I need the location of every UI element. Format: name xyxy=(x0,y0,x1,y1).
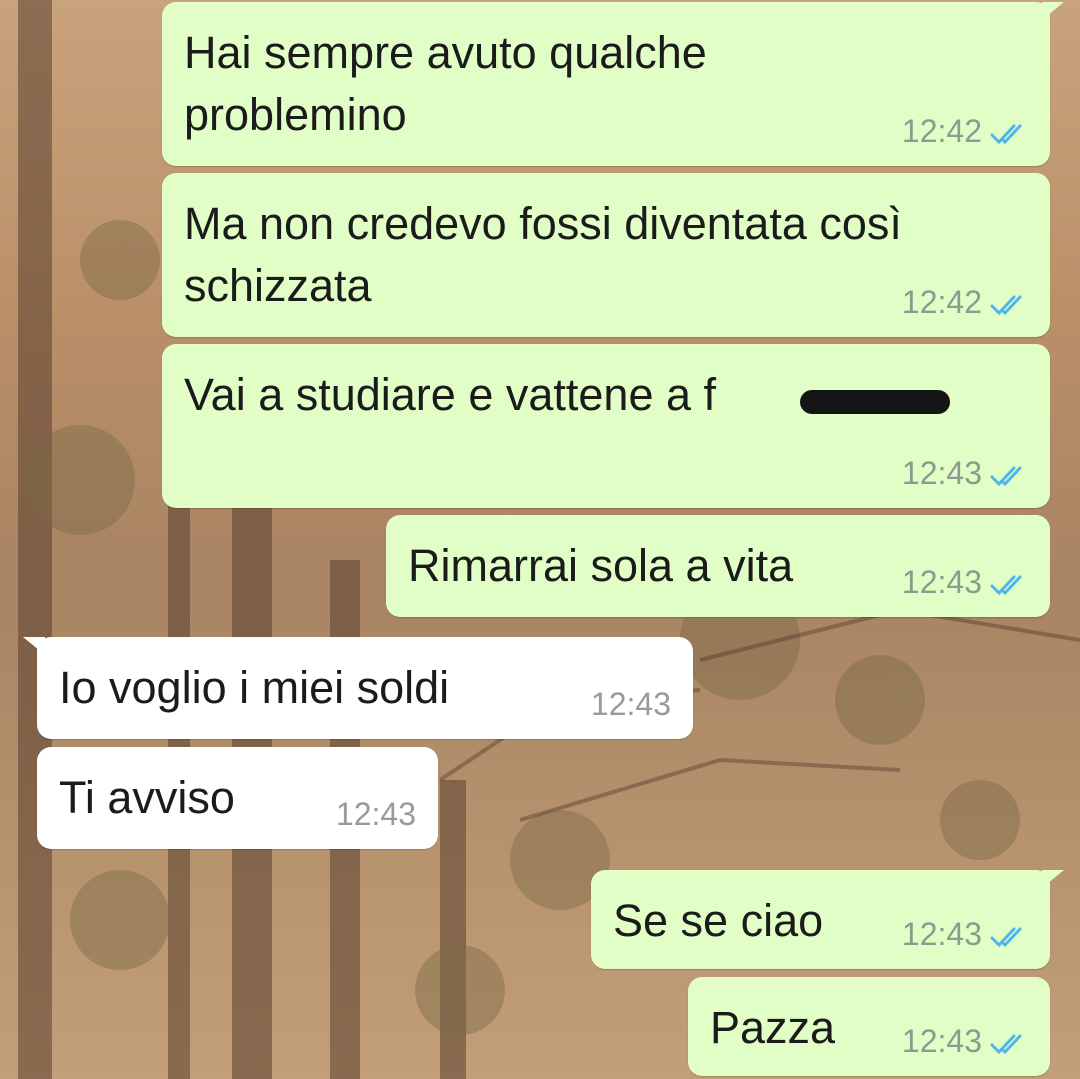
message-meta: 12:43 xyxy=(902,1023,1028,1060)
message-timestamp: 12:42 xyxy=(901,113,982,149)
message-text: Hai sempre avuto qualche problemino xyxy=(184,22,707,146)
message-text: Ma non credevo fossi diventata così schiz… xyxy=(184,193,902,317)
message-text: Io voglio i miei soldi xyxy=(59,657,449,719)
message-text: Rimarrai sola a vita xyxy=(408,535,793,597)
double-check-icon xyxy=(990,124,1022,145)
outgoing-message-bubble[interactable]: Hai sempre avuto qualche problemino 12:42 xyxy=(162,2,1050,166)
message-meta: 12:43 xyxy=(591,686,671,723)
message-timestamp: 12:43 xyxy=(901,455,982,491)
message-text: Pazza xyxy=(710,997,835,1059)
message-line: Ma non credevo fossi diventata così xyxy=(184,198,902,249)
message-line: Vai a studiare e vattene a f xyxy=(184,369,717,420)
double-check-icon xyxy=(990,466,1022,487)
message-text: Vai a studiare e vattene a f xyxy=(184,364,716,426)
message-timestamp: 12:42 xyxy=(901,284,982,320)
outgoing-message-bubble[interactable]: Pazza 12:43 xyxy=(688,977,1050,1076)
message-meta: 12:43 xyxy=(902,564,1028,601)
message-line: Rimarrai sola a vita xyxy=(408,540,794,591)
redaction-mark xyxy=(800,390,950,414)
message-line: Io voglio i miei soldi xyxy=(59,662,450,713)
message-line: Hai sempre avuto qualche xyxy=(184,27,707,78)
message-line: schizzata xyxy=(184,260,372,311)
double-check-icon xyxy=(990,1034,1022,1055)
incoming-message-bubble[interactable]: Ti avviso 12:43 xyxy=(37,747,438,849)
incoming-message-bubble[interactable]: Io voglio i miei soldi 12:43 xyxy=(37,637,693,739)
message-text: Se se ciao xyxy=(613,890,823,952)
message-line: Ti avviso xyxy=(59,772,235,823)
message-text: Ti avviso xyxy=(59,767,235,829)
double-check-icon xyxy=(990,927,1022,948)
double-check-icon xyxy=(990,575,1022,596)
double-check-icon xyxy=(990,295,1022,316)
message-line: problemino xyxy=(184,89,407,140)
message-timestamp: 12:43 xyxy=(901,564,982,600)
message-timestamp: 12:43 xyxy=(590,686,671,722)
message-line: Pazza xyxy=(710,1002,836,1053)
outgoing-message-bubble[interactable]: Rimarrai sola a vita 12:43 xyxy=(386,515,1050,617)
message-line: Se se ciao xyxy=(613,895,824,946)
message-meta: 12:43 xyxy=(336,796,416,833)
message-meta: 12:43 xyxy=(902,916,1028,953)
outgoing-message-bubble[interactable]: Se se ciao 12:43 xyxy=(591,870,1050,969)
message-meta: 12:43 xyxy=(902,455,1028,492)
outgoing-message-bubble[interactable]: Ma non credevo fossi diventata così schiz… xyxy=(162,173,1050,337)
message-timestamp: 12:43 xyxy=(335,796,416,832)
outgoing-message-bubble[interactable]: Vai a studiare e vattene a f 12:43 xyxy=(162,344,1050,508)
message-timestamp: 12:43 xyxy=(901,916,982,952)
message-meta: 12:42 xyxy=(902,113,1028,150)
message-timestamp: 12:43 xyxy=(901,1023,982,1059)
message-meta: 12:42 xyxy=(902,284,1028,321)
